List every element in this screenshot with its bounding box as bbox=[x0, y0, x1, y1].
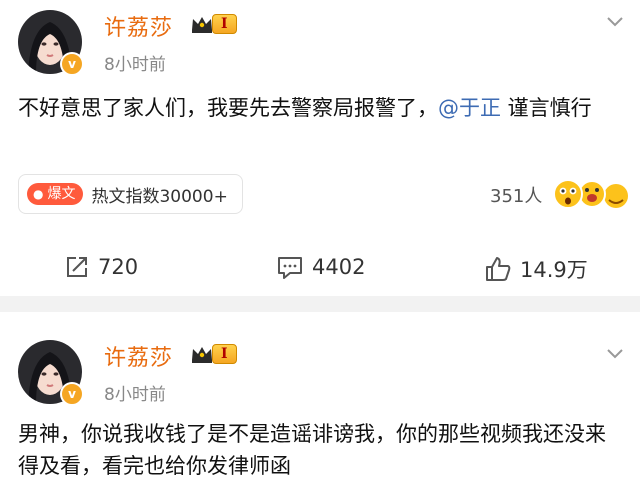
verified-v-icon: v bbox=[60, 382, 84, 406]
post-divider bbox=[0, 296, 640, 312]
like-icon bbox=[486, 257, 511, 281]
reaction-people-count[interactable]: 351人 bbox=[490, 182, 542, 208]
hot-index-pill[interactable]: ● 爆文 热文指数30000+ bbox=[18, 174, 243, 214]
like-button[interactable]: 14.9万 bbox=[484, 254, 588, 284]
post-card: v 许荔莎 I 8小时前 男神，你说我收钱了是不是造谣诽谤我，你的那些视频我还没… bbox=[0, 312, 640, 488]
post-text-body: 不好意思了家人们，我要先去警察局报警了， bbox=[18, 96, 438, 120]
avatar[interactable]: v bbox=[18, 340, 84, 406]
verified-v-icon: v bbox=[60, 52, 84, 76]
hot-tag-label: 爆文 bbox=[47, 186, 76, 202]
mention-link[interactable]: @于正 bbox=[438, 96, 501, 120]
repost-count: 720 bbox=[98, 255, 139, 279]
repost-button[interactable]: 720 bbox=[64, 254, 138, 280]
like-count: 14.9万 bbox=[520, 258, 588, 282]
chevron-down-icon[interactable] bbox=[606, 348, 624, 360]
chevron-down-icon[interactable] bbox=[606, 16, 624, 28]
repost-icon bbox=[67, 257, 87, 277]
post-text: 不好意思了家人们，我要先去警察局报警了，@于正 谨言慎行 bbox=[18, 92, 626, 124]
flame-icon: ● bbox=[33, 187, 44, 201]
post-text-tail: 谨言慎行 bbox=[501, 96, 592, 120]
author-name[interactable]: 许荔莎 bbox=[104, 340, 173, 372]
crown-icon bbox=[192, 17, 212, 33]
user-level-label: I bbox=[212, 14, 237, 34]
comment-count: 4402 bbox=[312, 255, 366, 279]
post-card: v 许荔莎 I 8小时前 不好意思了家人们，我要先去警察局报警了，@于正 谨言慎… bbox=[0, 0, 640, 296]
action-bar: 720 4402 14.9万 bbox=[0, 248, 640, 288]
post-time: 8小时前 bbox=[104, 385, 166, 405]
comment-icon bbox=[278, 257, 302, 279]
author-name[interactable]: 许荔莎 bbox=[104, 10, 173, 42]
post-text: 男神，你说我收钱了是不是造谣诽谤我，你的那些视频我还没来得及看，看完也给你发律师… bbox=[18, 422, 606, 478]
user-level-badge[interactable]: I bbox=[190, 13, 237, 35]
crown-icon bbox=[192, 347, 212, 363]
user-level-badge[interactable]: I bbox=[190, 343, 237, 365]
reaction-emoji-icons[interactable] bbox=[552, 176, 632, 212]
comment-button[interactable]: 4402 bbox=[276, 254, 365, 280]
user-level-label: I bbox=[212, 344, 237, 364]
avatar[interactable]: v bbox=[18, 10, 84, 76]
hot-tag: ● 爆文 bbox=[27, 183, 84, 205]
hot-index-text: 热文指数30000+ bbox=[91, 186, 228, 207]
post-time: 8小时前 bbox=[104, 55, 166, 75]
